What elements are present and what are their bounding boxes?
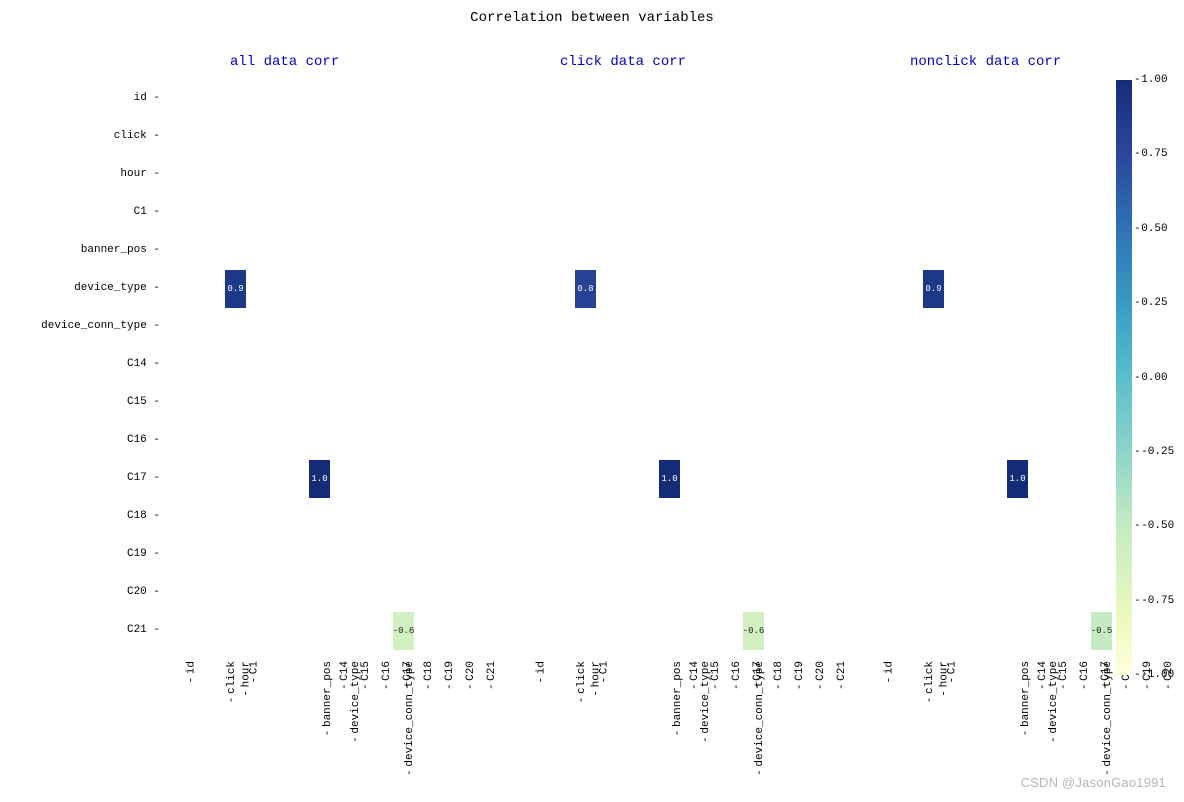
xtick-label: banner_pos <box>1020 661 1032 736</box>
heatmap-1: 0.81.0-0.6idclickhourC1banner_posdevice_… <box>372 80 710 665</box>
colorbar-tick: 0.00 <box>1134 372 1168 384</box>
subplot-title-2: nonclick data corr <box>910 54 1061 70</box>
colorbar-tick: 0.25 <box>1134 297 1168 309</box>
colorbar-tick: -0.25 <box>1134 446 1174 458</box>
xtick-label: C17 <box>752 661 764 690</box>
colorbar-tick: -0.75 <box>1134 595 1174 607</box>
colorbar-tick: -1.00 <box>1134 669 1174 681</box>
ytick-label: C20 <box>127 586 160 598</box>
subplot-title-0: all data corr <box>230 54 339 70</box>
xtick-label: C20 <box>815 661 827 690</box>
xtick-label: C15 <box>710 661 722 690</box>
figure: Correlation between variables all data c… <box>0 0 1184 802</box>
colorbar: 1.000.750.500.250.00-0.25-0.50-0.75-1.00 <box>1116 80 1132 675</box>
xtick-label: C17 <box>402 661 414 690</box>
ytick-label: C18 <box>127 510 160 522</box>
xtick-label: C18 <box>773 661 785 690</box>
heatmap-2: 0.91.0-0.5idclickhourC1banner_posdevice_… <box>720 80 1058 665</box>
ytick-label: C19 <box>127 548 160 560</box>
xtick-label: banner_pos <box>672 661 684 736</box>
chart-suptitle: Correlation between variables <box>0 10 1184 26</box>
ytick-label: click <box>114 130 160 142</box>
xtick-label: click <box>226 661 238 703</box>
heatmap-cell: -0.5 <box>1091 612 1112 650</box>
ytick-label: device_type <box>74 282 160 294</box>
xtick-label: C21 <box>836 661 848 690</box>
ytick-label: device_conn_type <box>41 320 160 332</box>
xtick-label: C1 <box>598 661 610 683</box>
xtick-label: C20 <box>465 661 477 690</box>
xtick-label: click <box>924 661 936 703</box>
ytick-label: C14 <box>127 358 160 370</box>
xtick-label: C18 <box>423 661 435 690</box>
xtick-label: C14 <box>339 661 351 690</box>
colorbar-tick: -0.50 <box>1134 520 1174 532</box>
ytick-label: banner_pos <box>81 244 160 256</box>
ytick-label: C1 <box>134 206 160 218</box>
xtick-label: C19 <box>444 661 456 690</box>
colorbar-tick: 1.00 <box>1134 74 1168 86</box>
xtick-label: C16 <box>381 661 393 690</box>
watermark-text: CSDN @JasonGao1991 <box>1021 775 1166 790</box>
ytick-label: C15 <box>127 396 160 408</box>
xtick-label: id <box>185 661 197 683</box>
ytick-label: C17 <box>127 472 160 484</box>
xtick-label: C17 <box>1100 661 1112 690</box>
heatmap-cell: 0.9 <box>923 270 944 308</box>
xtick-label: C14 <box>1037 661 1049 690</box>
colorbar-ticks: 1.000.750.500.250.00-0.25-0.50-0.75-1.00 <box>1134 80 1184 675</box>
ytick-label: C21 <box>127 624 160 636</box>
xtick-label: C15 <box>1058 661 1070 690</box>
xtick-label: C19 <box>794 661 806 690</box>
ytick-label: id <box>134 92 160 104</box>
colorbar-tick: 0.75 <box>1134 148 1168 160</box>
heatmap-0: id click hour C1 banner_pos device_typedevice… <box>22 80 360 665</box>
xtick-label: id <box>883 661 895 683</box>
xtick-label: id <box>535 661 547 683</box>
subplot-title-1: click data corr <box>560 54 686 70</box>
colorbar-tick: 0.50 <box>1134 223 1168 235</box>
heatmap-cell: 0.8 <box>575 270 596 308</box>
colorbar-gradient <box>1116 80 1132 675</box>
xtick-label: C16 <box>731 661 743 690</box>
xtick-label: C15 <box>360 661 372 690</box>
xtick-label: C16 <box>1079 661 1091 690</box>
ytick-label: hour <box>120 168 160 180</box>
xtick-label: click <box>576 661 588 703</box>
ytick-label: C16 <box>127 434 160 446</box>
heatmap-cell: 1.0 <box>309 460 330 498</box>
xtick-label: C21 <box>486 661 498 690</box>
heatmap-cell: 0.9 <box>225 270 246 308</box>
xtick-label: C14 <box>689 661 701 690</box>
heatmap-cell: 1.0 <box>1007 460 1028 498</box>
xtick-label: C1 <box>946 661 958 683</box>
xtick-label: C1 <box>248 661 260 683</box>
heatmap-cell: 1.0 <box>659 460 680 498</box>
xtick-label: banner_pos <box>322 661 334 736</box>
